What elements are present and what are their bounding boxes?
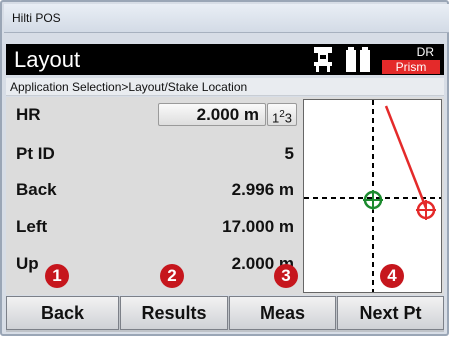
breadcrumb: Application Selection>Layout/Stake Locat… (6, 78, 444, 96)
back-label: Back (16, 180, 57, 199)
pt-id-label: Pt ID (16, 144, 55, 163)
hr-input[interactable]: 2.000 m (158, 103, 266, 126)
results-button[interactable]: Results (120, 296, 228, 330)
layout-panel: HR 2.000 m 123 Pt ID 5 Back 2.996 m Left… (6, 97, 444, 295)
next-pt-button[interactable]: Next Pt (337, 296, 444, 330)
total-station-icon (314, 47, 332, 72)
back-value: 2.996 m (231, 180, 294, 199)
battery-icon (346, 47, 370, 72)
up-label: Up (16, 254, 39, 273)
window-titlebar: Hilti POS (4, 4, 449, 33)
direction-line (384, 105, 428, 209)
callout-badge-2: 2 (160, 264, 184, 288)
back-button[interactable]: Back (6, 296, 119, 330)
callout-badge-3: 3 (274, 264, 298, 288)
softkey-bar: Back Results Meas Next Pt (6, 296, 444, 332)
window-title: Hilti POS (12, 11, 61, 25)
page-title: Layout (14, 47, 81, 72)
meas-button[interactable]: Meas (229, 296, 336, 330)
app-header: Layout DR Prism (6, 44, 444, 75)
hr-label: HR (16, 105, 41, 124)
callout-badge-1: 1 (45, 264, 69, 288)
callout-badge-4: 4 (380, 264, 404, 288)
stakeout-graphic (303, 99, 442, 293)
stakeout-diagram (304, 100, 441, 292)
left-label: Left (16, 217, 48, 236)
left-value: 17.000 m (222, 217, 294, 236)
numeric-keypad-button[interactable]: 123 (267, 103, 297, 126)
mode-label: DR (416, 45, 434, 59)
measure-mode-indicator[interactable]: DR Prism (382, 45, 440, 74)
target-type-badge: Prism (382, 60, 440, 74)
pt-id-value[interactable]: 5 (285, 144, 294, 164)
